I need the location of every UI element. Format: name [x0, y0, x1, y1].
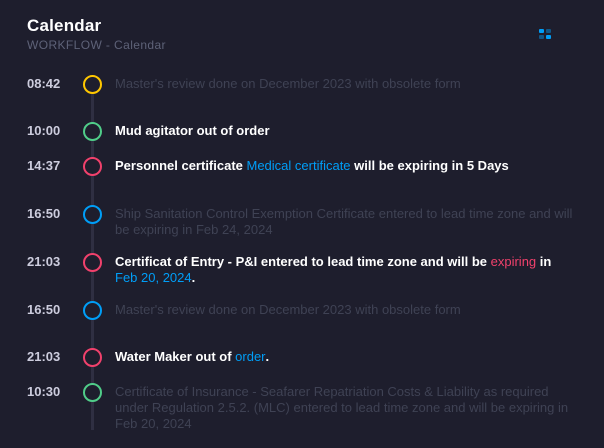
timeline-text: Water Maker out of order.: [115, 349, 270, 364]
timeline-dot-icon: [83, 348, 102, 367]
timeline-text: Certificate of Insurance - Seafarer Repa…: [115, 384, 569, 431]
timeline-dot-icon: [83, 205, 102, 224]
date-link[interactable]: Feb 20, 2024: [115, 270, 192, 285]
expiring-highlight: expiring: [490, 254, 537, 269]
grid-dots-icon[interactable]: [539, 29, 555, 41]
timeline-time: 16:50: [27, 206, 61, 221]
medical-certificate-link[interactable]: Medical certificate: [247, 158, 351, 173]
card-title: Calendar: [27, 16, 102, 35]
timeline-time: 21:03: [27, 349, 61, 364]
calendar-card: Calendar WORKFLOW - Calendar 08:42 Maste…: [0, 0, 604, 448]
timeline-dot-icon: [83, 157, 102, 176]
timeline-text: Master's review done on December 2023 wi…: [115, 302, 461, 317]
timeline-text: Mud agitator out of order: [115, 123, 270, 138]
order-link[interactable]: order: [235, 349, 265, 364]
timeline-dot-icon: [83, 122, 102, 141]
timeline-time: 14:37: [27, 158, 61, 173]
timeline-time: 10:00: [27, 123, 61, 138]
timeline-dot-icon: [83, 383, 102, 402]
timeline-time: 10:30: [27, 384, 61, 399]
timeline-dot-icon: [83, 301, 102, 320]
timeline-text: Ship Sanitation Control Exemption Certif…: [115, 206, 573, 237]
timeline-text: Master's review done on December 2023 wi…: [115, 76, 461, 91]
timeline-time: 21:03: [27, 254, 61, 269]
timeline-dot-icon: [83, 253, 102, 272]
timeline-time: 08:42: [27, 76, 61, 91]
timeline-text: Personnel certificate Medical certificat…: [115, 158, 509, 173]
timeline-dot-icon: [83, 75, 102, 94]
timeline-time: 16:50: [27, 302, 61, 317]
card-subtitle: WORKFLOW - Calendar: [27, 38, 166, 52]
timeline-text: Certificat of Entry - P&I entered to lea…: [115, 254, 552, 285]
